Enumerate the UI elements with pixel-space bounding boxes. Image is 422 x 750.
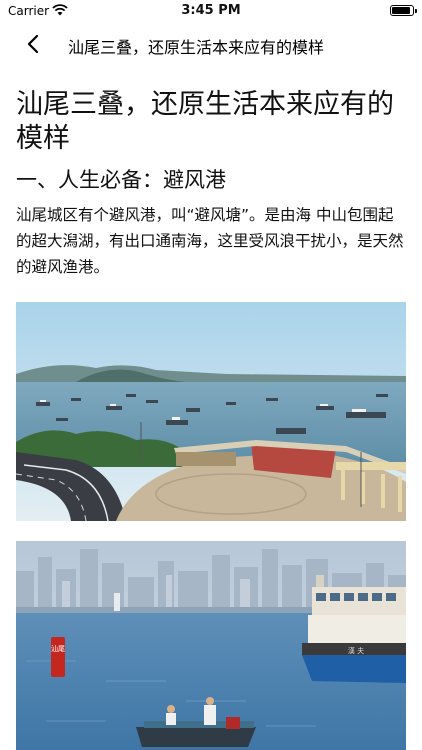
status-bar: Carrier 3:45 PM xyxy=(0,0,422,22)
ferry-name-text: 漢 夫 xyxy=(348,646,364,655)
nav-bar: 汕尾三叠，还原生活本来应有的模样 xyxy=(0,22,422,66)
back-chevron-icon[interactable] xyxy=(20,30,48,58)
article-paragraph: 汕尾城区有个避风港，叫“避风塘”。是由海 中山包围起的超大潟湖，有出口通南海，这… xyxy=(16,206,404,276)
status-time: 3:45 PM xyxy=(181,3,241,18)
boat-sign-text: 汕尾 xyxy=(51,644,65,653)
section-heading: 一、人生必备：避风港 xyxy=(16,168,226,192)
bay-photo: 汕尾 漢 夫 xyxy=(16,541,406,750)
nav-title: 汕尾三叠，还原生活本来应有的模样 xyxy=(68,38,325,57)
battery-icon xyxy=(390,5,417,16)
article-title: 汕尾三叠，还原生活本来应有的模样 xyxy=(16,89,394,154)
harbor-photo xyxy=(16,302,406,521)
article-body: 汕尾三叠，还原生活本来应有的模样 一、人生必备：避风港 汕尾城区有个避风港，叫“… xyxy=(16,66,406,280)
